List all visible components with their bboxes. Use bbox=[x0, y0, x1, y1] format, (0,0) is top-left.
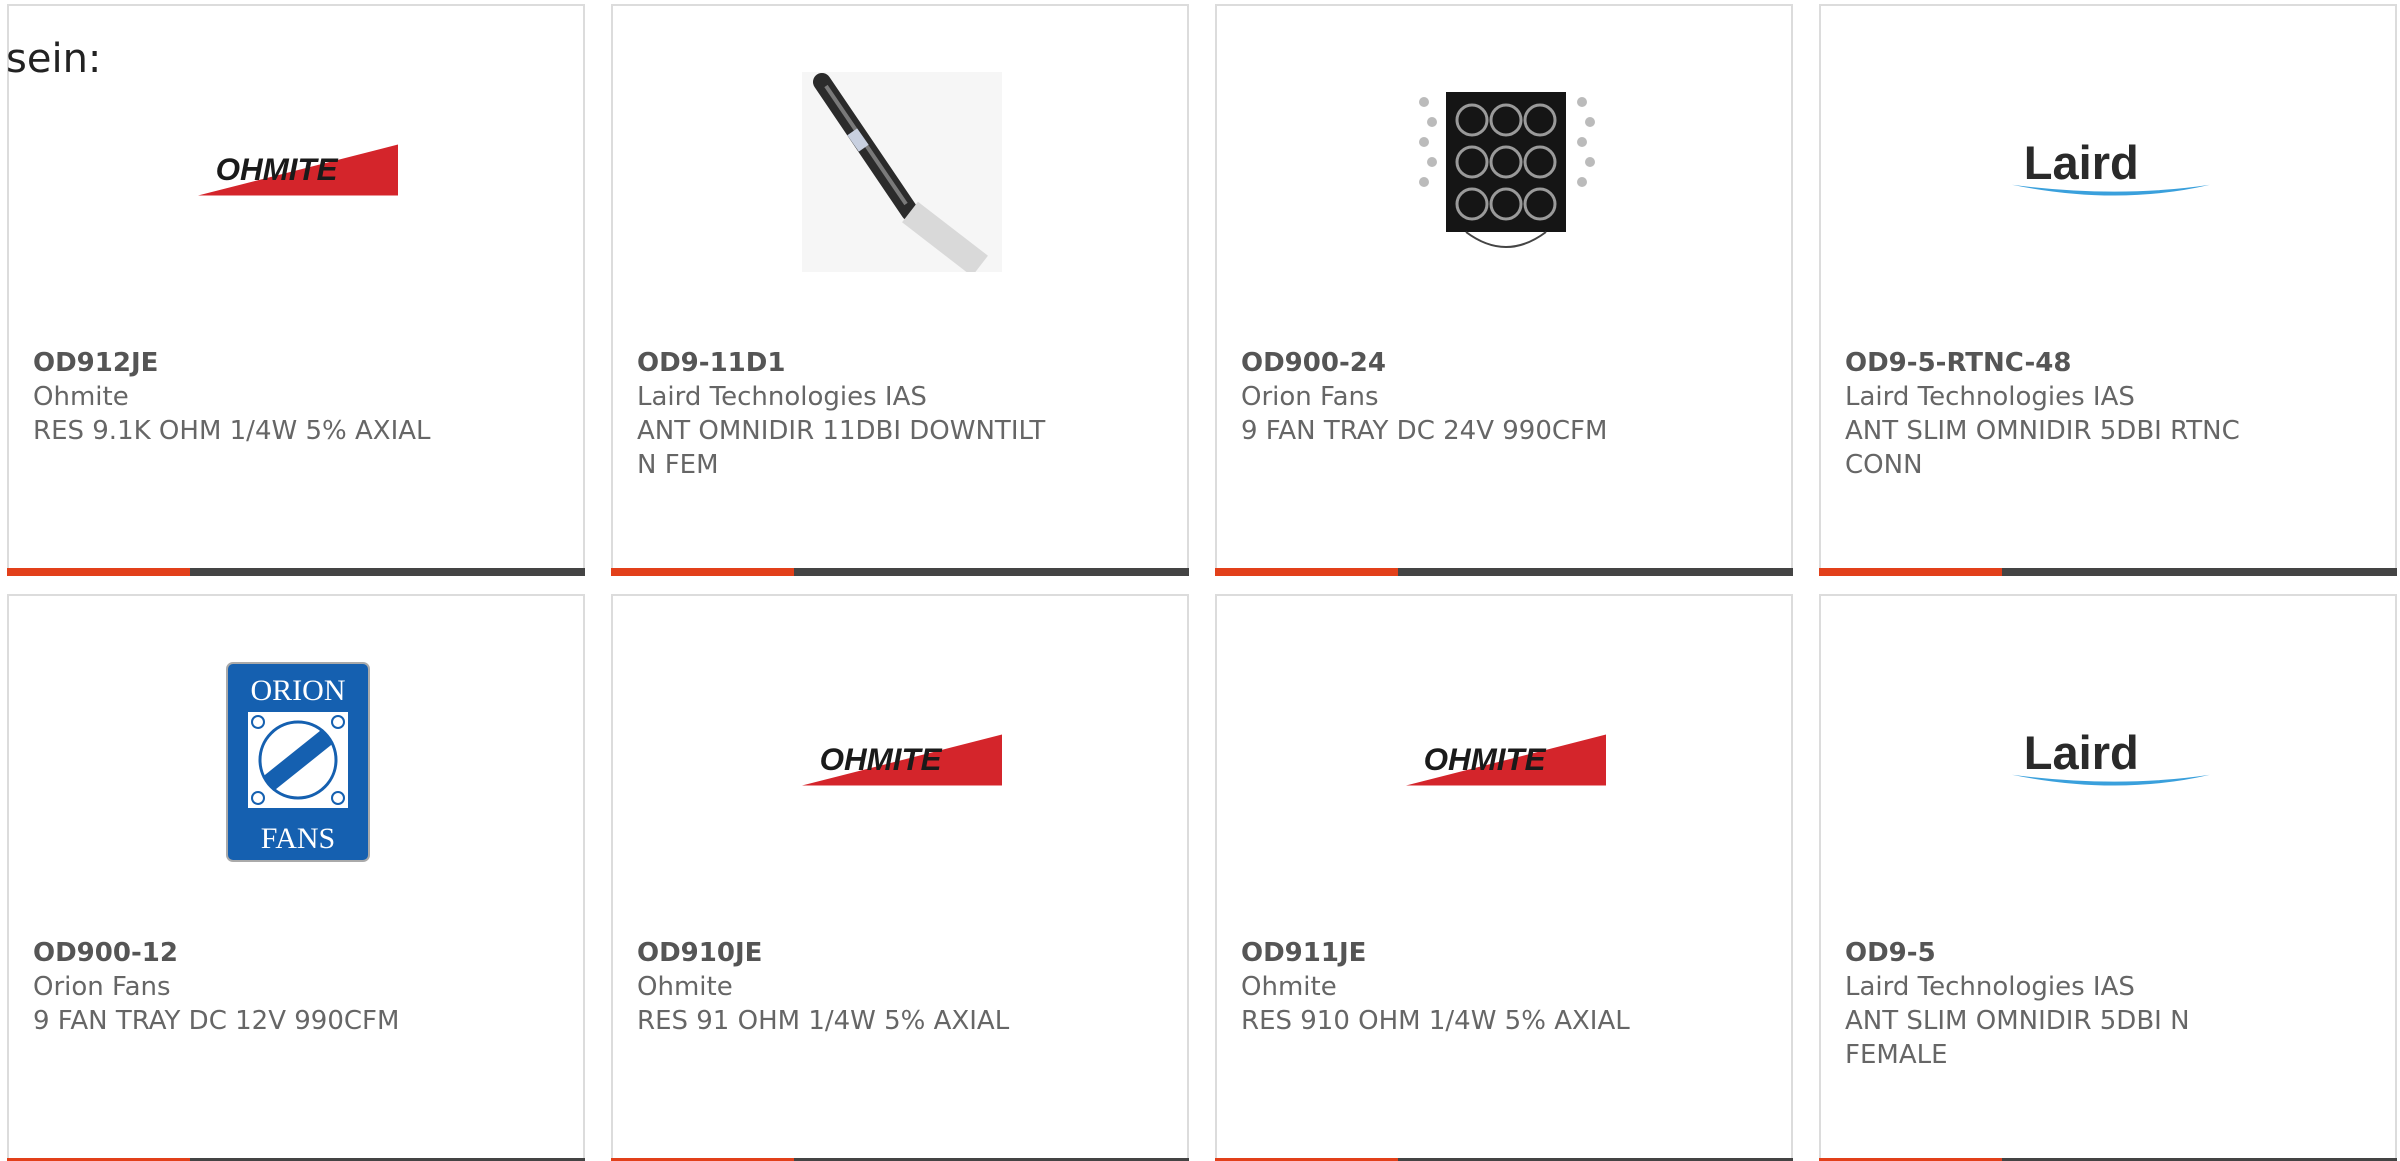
manufacturer-name: Orion Fans bbox=[33, 972, 171, 1002]
product-description: 9 FAN TRAY DC 24V 990CFM bbox=[1241, 416, 1608, 446]
manufacturer-name: Laird Technologies IAS bbox=[637, 382, 927, 412]
product-card[interactable]: OHMITE OD911JE Ohmite RES 910 OHM 1/4W 5… bbox=[1215, 594, 1793, 1161]
manufacturer-name: Ohmite bbox=[637, 972, 733, 1002]
product-description: RES 9.1K OHM 1/4W 5% AXIAL bbox=[33, 416, 431, 446]
card-footer-accent bbox=[611, 568, 794, 576]
ohmite-logo: OHMITE bbox=[1406, 662, 1606, 862]
manufacturer-name: Orion Fans bbox=[1241, 382, 1379, 412]
product-card[interactable]: Laird OD9-5 Laird Technologies IAS ANT S… bbox=[1819, 594, 2397, 1161]
svg-text:Laird: Laird bbox=[2024, 137, 2139, 189]
manufacturer-name: Ohmite bbox=[33, 382, 129, 412]
part-number-link[interactable]: OD900-24 bbox=[1241, 346, 1701, 380]
part-number-link[interactable]: OD912JE bbox=[33, 346, 493, 380]
manufacturer-name: Ohmite bbox=[1241, 972, 1337, 1002]
product-description: RES 910 OHM 1/4W 5% AXIAL bbox=[1241, 1006, 1630, 1036]
part-number-link[interactable]: OD9-11D1 bbox=[637, 346, 1097, 380]
product-card[interactable]: OHMITE OD910JE Ohmite RES 91 OHM 1/4W 5%… bbox=[611, 594, 1189, 1161]
ohmite-logo: OHMITE bbox=[198, 72, 398, 272]
svg-text:ORION: ORION bbox=[251, 674, 346, 707]
intro-text: sein: bbox=[6, 36, 102, 82]
part-number-link[interactable]: OD9-5-RTNC-48 bbox=[1845, 346, 2305, 380]
card-footer-bar bbox=[611, 568, 1189, 576]
card-footer-bar bbox=[1215, 568, 1793, 576]
svg-text:OHMITE: OHMITE bbox=[216, 152, 339, 187]
orion-fans-logo: ORION FANS bbox=[198, 662, 398, 862]
part-number-link[interactable]: OD911JE bbox=[1241, 936, 1701, 970]
product-card[interactable]: OD9-11D1 Laird Technologies IAS ANT OMNI… bbox=[611, 4, 1189, 576]
part-number-link[interactable]: OD9-5 bbox=[1845, 936, 2305, 970]
part-number-link[interactable]: OD900-12 bbox=[33, 936, 493, 970]
antenna-photo bbox=[802, 72, 1002, 272]
product-card[interactable]: OD900-24 Orion Fans 9 FAN TRAY DC 24V 99… bbox=[1215, 4, 1793, 576]
svg-text:OHMITE: OHMITE bbox=[820, 742, 943, 777]
laird-logo: Laird bbox=[2010, 662, 2210, 862]
svg-text:Laird: Laird bbox=[2024, 727, 2139, 779]
product-card[interactable]: OHMITE OD912JE Ohmite RES 9.1K OHM 1/4W … bbox=[7, 4, 585, 576]
ohmite-logo: OHMITE bbox=[802, 662, 1002, 862]
manufacturer-name: Laird Technologies IAS bbox=[1845, 972, 2135, 1002]
manufacturer-name: Laird Technologies IAS bbox=[1845, 382, 2135, 412]
part-number-link[interactable]: OD910JE bbox=[637, 936, 1097, 970]
card-footer-accent bbox=[1819, 568, 2002, 576]
product-description: ANT OMNIDIR 11DBI DOWNTILT N FEM bbox=[637, 416, 1046, 480]
product-card[interactable]: ORION FANS OD900-12 Orion Fans 9 FAN TRA… bbox=[7, 594, 585, 1161]
card-footer-bar bbox=[7, 568, 585, 576]
card-footer-accent bbox=[7, 568, 190, 576]
product-description: 9 FAN TRAY DC 12V 990CFM bbox=[33, 1006, 400, 1036]
product-grid-page: sein: OHMITE OD912JE Ohmite RES 9.1K OHM… bbox=[0, 0, 2400, 1161]
card-footer-accent bbox=[1215, 568, 1398, 576]
laird-logo: Laird bbox=[2010, 72, 2210, 272]
product-card[interactable]: Laird OD9-5-RTNC-48 Laird Technologies I… bbox=[1819, 4, 2397, 576]
product-description: RES 91 OHM 1/4W 5% AXIAL bbox=[637, 1006, 1010, 1036]
fan-tray-photo bbox=[1406, 72, 1606, 272]
card-footer-bar bbox=[1819, 568, 2397, 576]
product-description: ANT SLIM OMNIDIR 5DBI RTNC CONN bbox=[1845, 416, 2240, 480]
svg-text:FANS: FANS bbox=[261, 822, 335, 855]
svg-text:OHMITE: OHMITE bbox=[1424, 742, 1547, 777]
product-description: ANT SLIM OMNIDIR 5DBI N FEMALE bbox=[1845, 1006, 2190, 1070]
